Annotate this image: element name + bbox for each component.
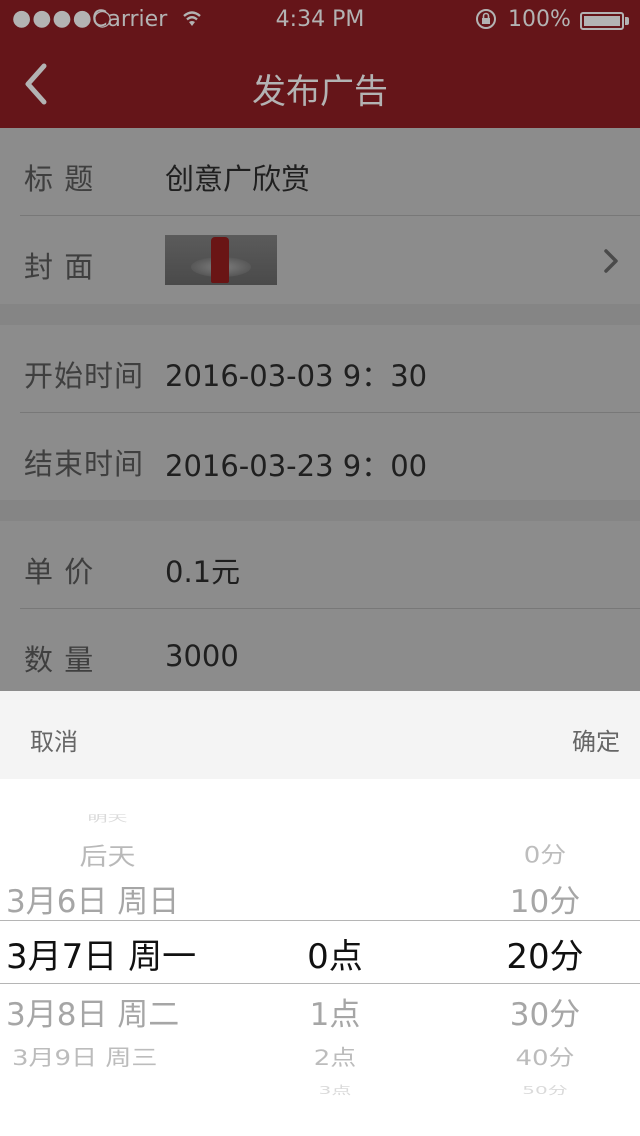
price-label: 单 价 xyxy=(24,555,95,589)
battery-icon xyxy=(580,12,624,30)
end-time-value[interactable]: 2016-03-23 9：00 xyxy=(165,443,427,485)
picker-hour-item[interactable]: 1点 xyxy=(240,989,430,1034)
picker-day-item[interactable]: 后天 xyxy=(0,838,215,872)
battery-percent: 100% xyxy=(508,7,571,32)
navigation-bar: 发布广告 xyxy=(0,40,640,128)
picker-minute-selected[interactable]: 20分 xyxy=(450,929,640,978)
chevron-right-icon xyxy=(600,248,622,274)
row-start-time[interactable]: 开始时间 2016-03-03 9：30 xyxy=(0,325,640,413)
start-time-label: 开始时间 xyxy=(24,359,145,393)
selection-bottom-line xyxy=(0,983,640,984)
quantity-label: 数 量 xyxy=(24,643,95,677)
picker-day-item[interactable]: 3月9日 周三 xyxy=(0,1041,215,1071)
title-label: 标 题 xyxy=(24,162,95,196)
group-pricing: 单 价 0.1元 数 量 3000 xyxy=(0,521,640,691)
status-bar: ●●●●○ Carrier 4:34 PM 100% xyxy=(0,0,640,40)
picker-day-item[interactable]: 3月8日 周二 xyxy=(0,989,215,1034)
date-time-picker[interactable]: 明天 后天 3月6日 周日 3月7日 周一 3月8日 周二 3月9日 周三 0点… xyxy=(0,779,640,1136)
ad-form: 标 题 创意广欣赏 封 面 开始时间 2016-03-03 9：30 结束时间 … xyxy=(0,128,640,691)
start-time-value[interactable]: 2016-03-03 9：30 xyxy=(165,353,427,395)
cover-thumbnail[interactable] xyxy=(165,235,277,285)
end-time-label: 结束时间 xyxy=(24,447,145,481)
orientation-lock-icon xyxy=(474,7,498,37)
price-value[interactable]: 0.1元 xyxy=(165,549,240,591)
picker-minute-item[interactable]: 30分 xyxy=(450,989,640,1034)
group-time: 开始时间 2016-03-03 9：30 结束时间 2016-03-23 9：0… xyxy=(0,325,640,500)
page-title: 发布广告 xyxy=(252,72,388,112)
picker-minute-item[interactable]: 40分 xyxy=(450,1041,640,1071)
picker-minute-item[interactable]: 0分 xyxy=(450,838,640,869)
picker-day-item[interactable]: 3月6日 周日 xyxy=(0,876,215,921)
group-basic: 标 题 创意广欣赏 封 面 xyxy=(0,128,640,304)
cover-label: 封 面 xyxy=(24,250,95,284)
row-price[interactable]: 单 价 0.1元 xyxy=(0,521,640,609)
picker-day-selected[interactable]: 3月7日 周一 xyxy=(0,929,215,978)
picker-hour-item[interactable]: 2点 xyxy=(240,1041,430,1071)
picker-minute-item[interactable]: 10分 xyxy=(450,876,640,921)
picker-day-item[interactable]: 明天 xyxy=(0,811,215,824)
picker-toolbar: 取消 确定 xyxy=(0,691,640,779)
battery-nub xyxy=(625,17,629,25)
picker-hour-item[interactable]: 3点 xyxy=(240,1082,430,1098)
cancel-button[interactable]: 取消 xyxy=(30,722,78,757)
confirm-button[interactable]: 确定 xyxy=(572,722,620,757)
quantity-value[interactable]: 3000 xyxy=(165,639,239,673)
title-value[interactable]: 创意广欣赏 xyxy=(165,156,310,198)
row-end-time[interactable]: 结束时间 2016-03-23 9：00 xyxy=(0,413,640,501)
row-quantity[interactable]: 数 量 3000 xyxy=(0,609,640,697)
picker-hour-selected[interactable]: 0点 xyxy=(240,929,430,978)
row-title[interactable]: 标 题 创意广欣赏 xyxy=(0,128,640,216)
picker-minute-item[interactable]: 50分 xyxy=(450,1082,640,1098)
row-cover[interactable]: 封 面 xyxy=(0,216,640,304)
